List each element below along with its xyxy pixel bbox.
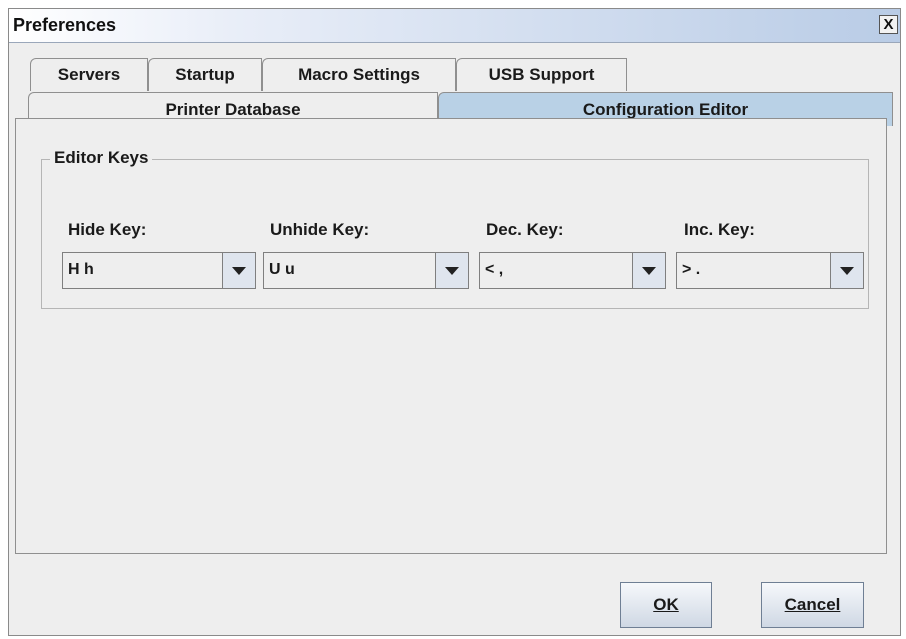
selected-value: U u xyxy=(269,261,295,278)
dec-key-label: Dec. Key: xyxy=(486,220,564,239)
dropdown-arrow-icon[interactable] xyxy=(632,253,665,288)
dropdown-arrow-icon[interactable] xyxy=(830,253,863,288)
dec-key-select[interactable]: < , xyxy=(479,252,666,289)
hide-key-select[interactable]: H h xyxy=(62,252,256,289)
group-title: Editor Keys xyxy=(50,148,153,168)
tab-label: Macro Settings xyxy=(298,65,420,84)
window-title: Preferences xyxy=(13,15,117,35)
selected-value: < , xyxy=(485,261,504,278)
close-icon[interactable]: X xyxy=(879,15,898,34)
tab-servers[interactable]: Servers xyxy=(30,58,148,91)
inc-key-select[interactable]: > . xyxy=(676,252,864,289)
inc-key-label: Inc. Key: xyxy=(684,220,755,239)
tab-label: Servers xyxy=(57,65,121,84)
hide-key-label: Hide Key: xyxy=(68,220,147,239)
tab-content-panel: Editor Keys xyxy=(15,118,887,554)
tab-macro-settings[interactable]: Macro Settings xyxy=(262,58,456,91)
dropdown-arrow-icon[interactable] xyxy=(222,253,255,288)
tab-startup[interactable]: Startup xyxy=(148,58,262,91)
tab-label: Configuration Editor xyxy=(582,99,749,119)
tab-usb-support[interactable]: USB Support xyxy=(456,58,627,91)
tab-label: Startup xyxy=(175,65,235,84)
dropdown-arrow-icon[interactable] xyxy=(435,253,468,288)
selected-value: > . xyxy=(682,261,701,278)
title-bar[interactable]: Preferences X xyxy=(9,9,900,43)
unhide-key-select[interactable]: U u xyxy=(263,252,469,289)
ok-button[interactable]: OK xyxy=(620,582,712,628)
tab-label: USB Support xyxy=(488,65,595,84)
unhide-key-label: Unhide Key: xyxy=(270,220,370,239)
cancel-button[interactable]: Cancel xyxy=(761,582,864,628)
selected-value: H h xyxy=(68,261,94,278)
tab-label: Printer Database xyxy=(165,99,301,119)
